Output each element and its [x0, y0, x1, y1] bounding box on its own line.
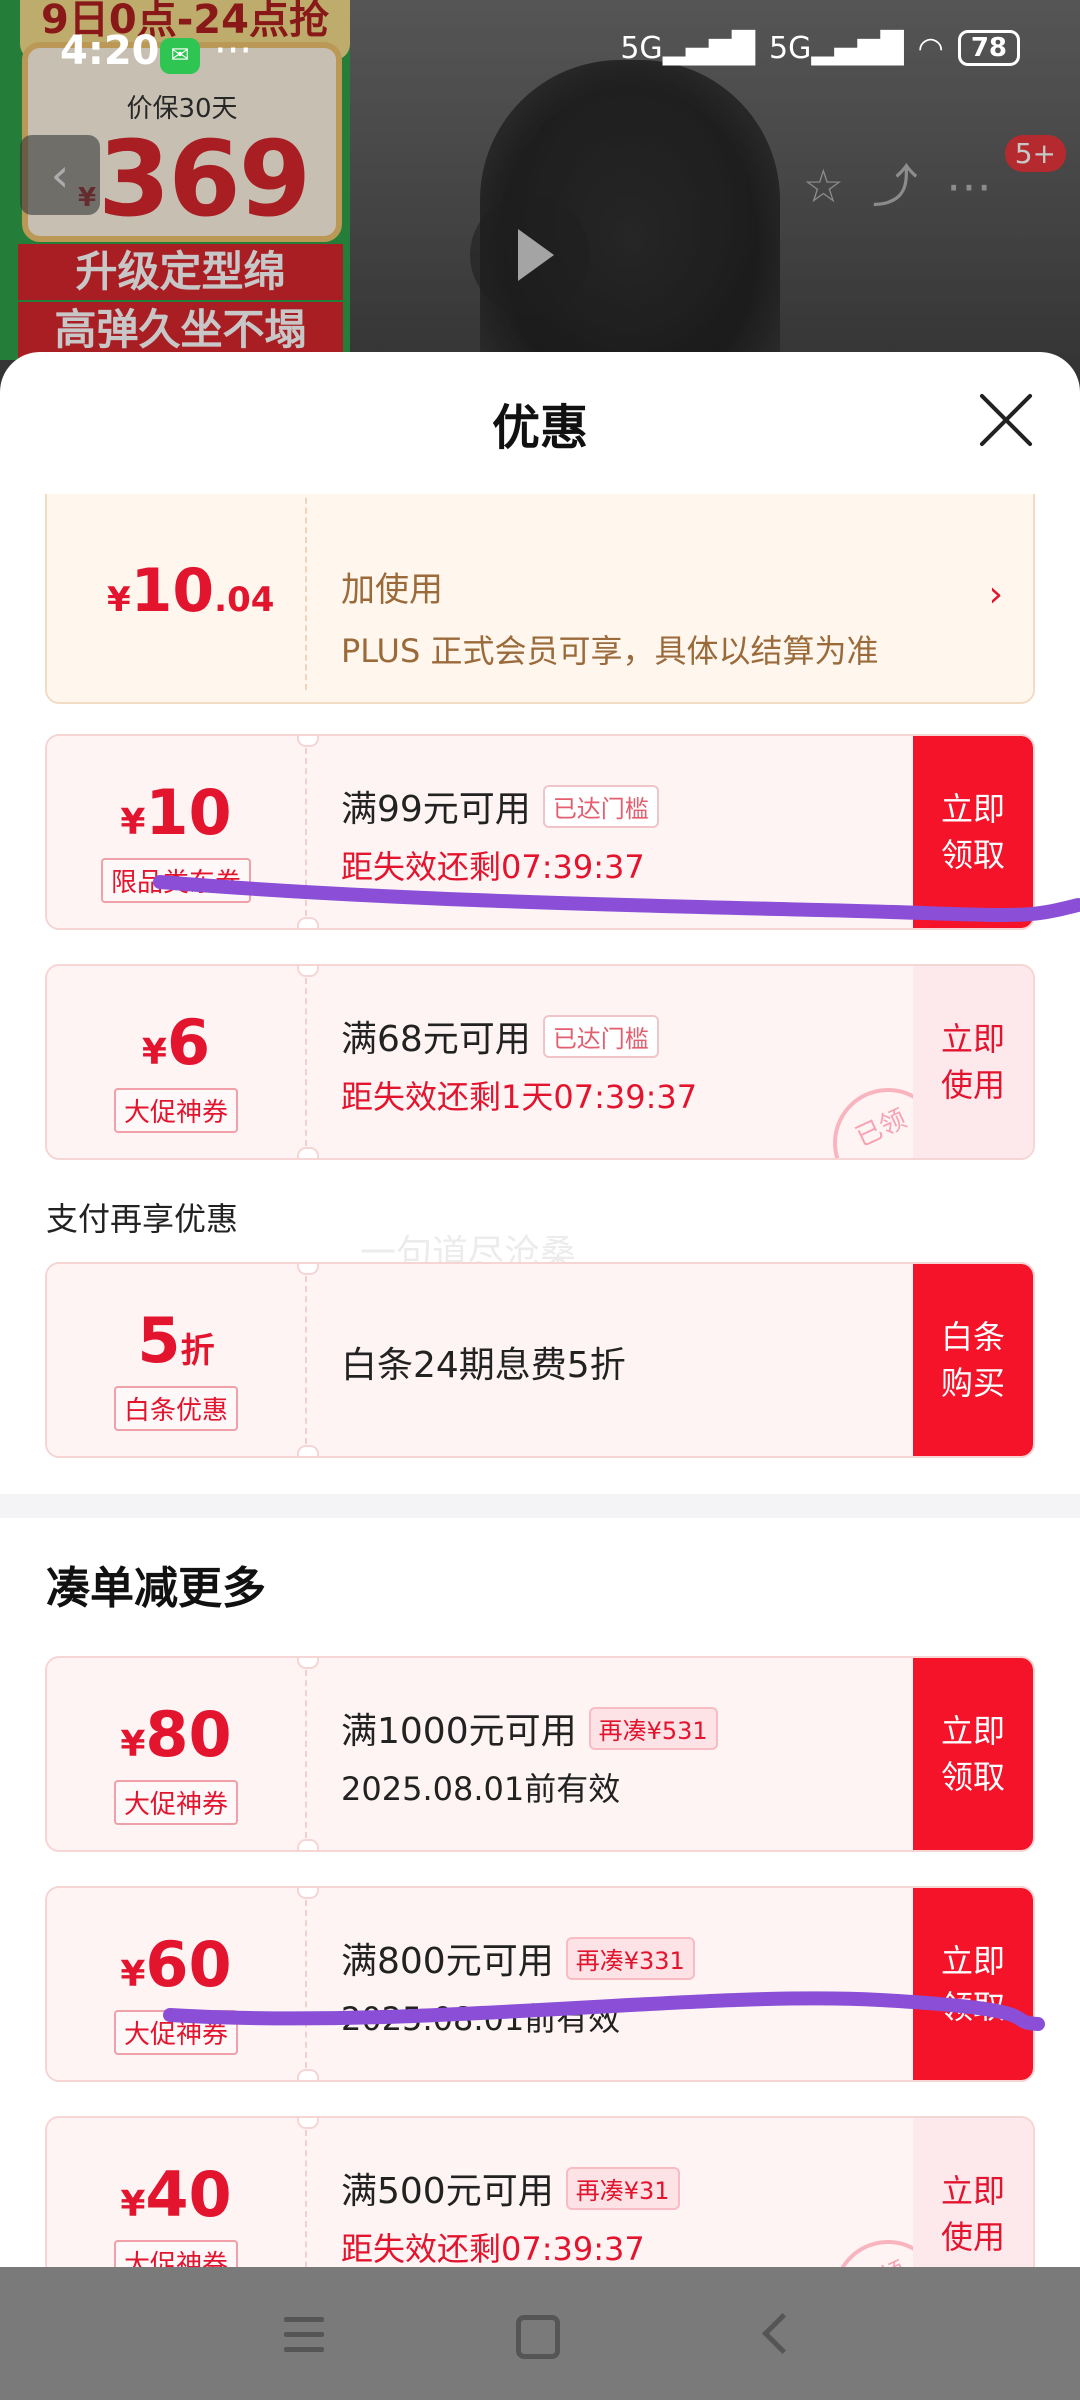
home-icon[interactable]	[506, 2307, 566, 2363]
menu-icon[interactable]	[274, 2307, 334, 2363]
back-nav-icon[interactable]	[750, 2307, 810, 2363]
system-nav-bar	[0, 2267, 1080, 2400]
purple-scribble-marks	[153, 875, 1080, 2031]
